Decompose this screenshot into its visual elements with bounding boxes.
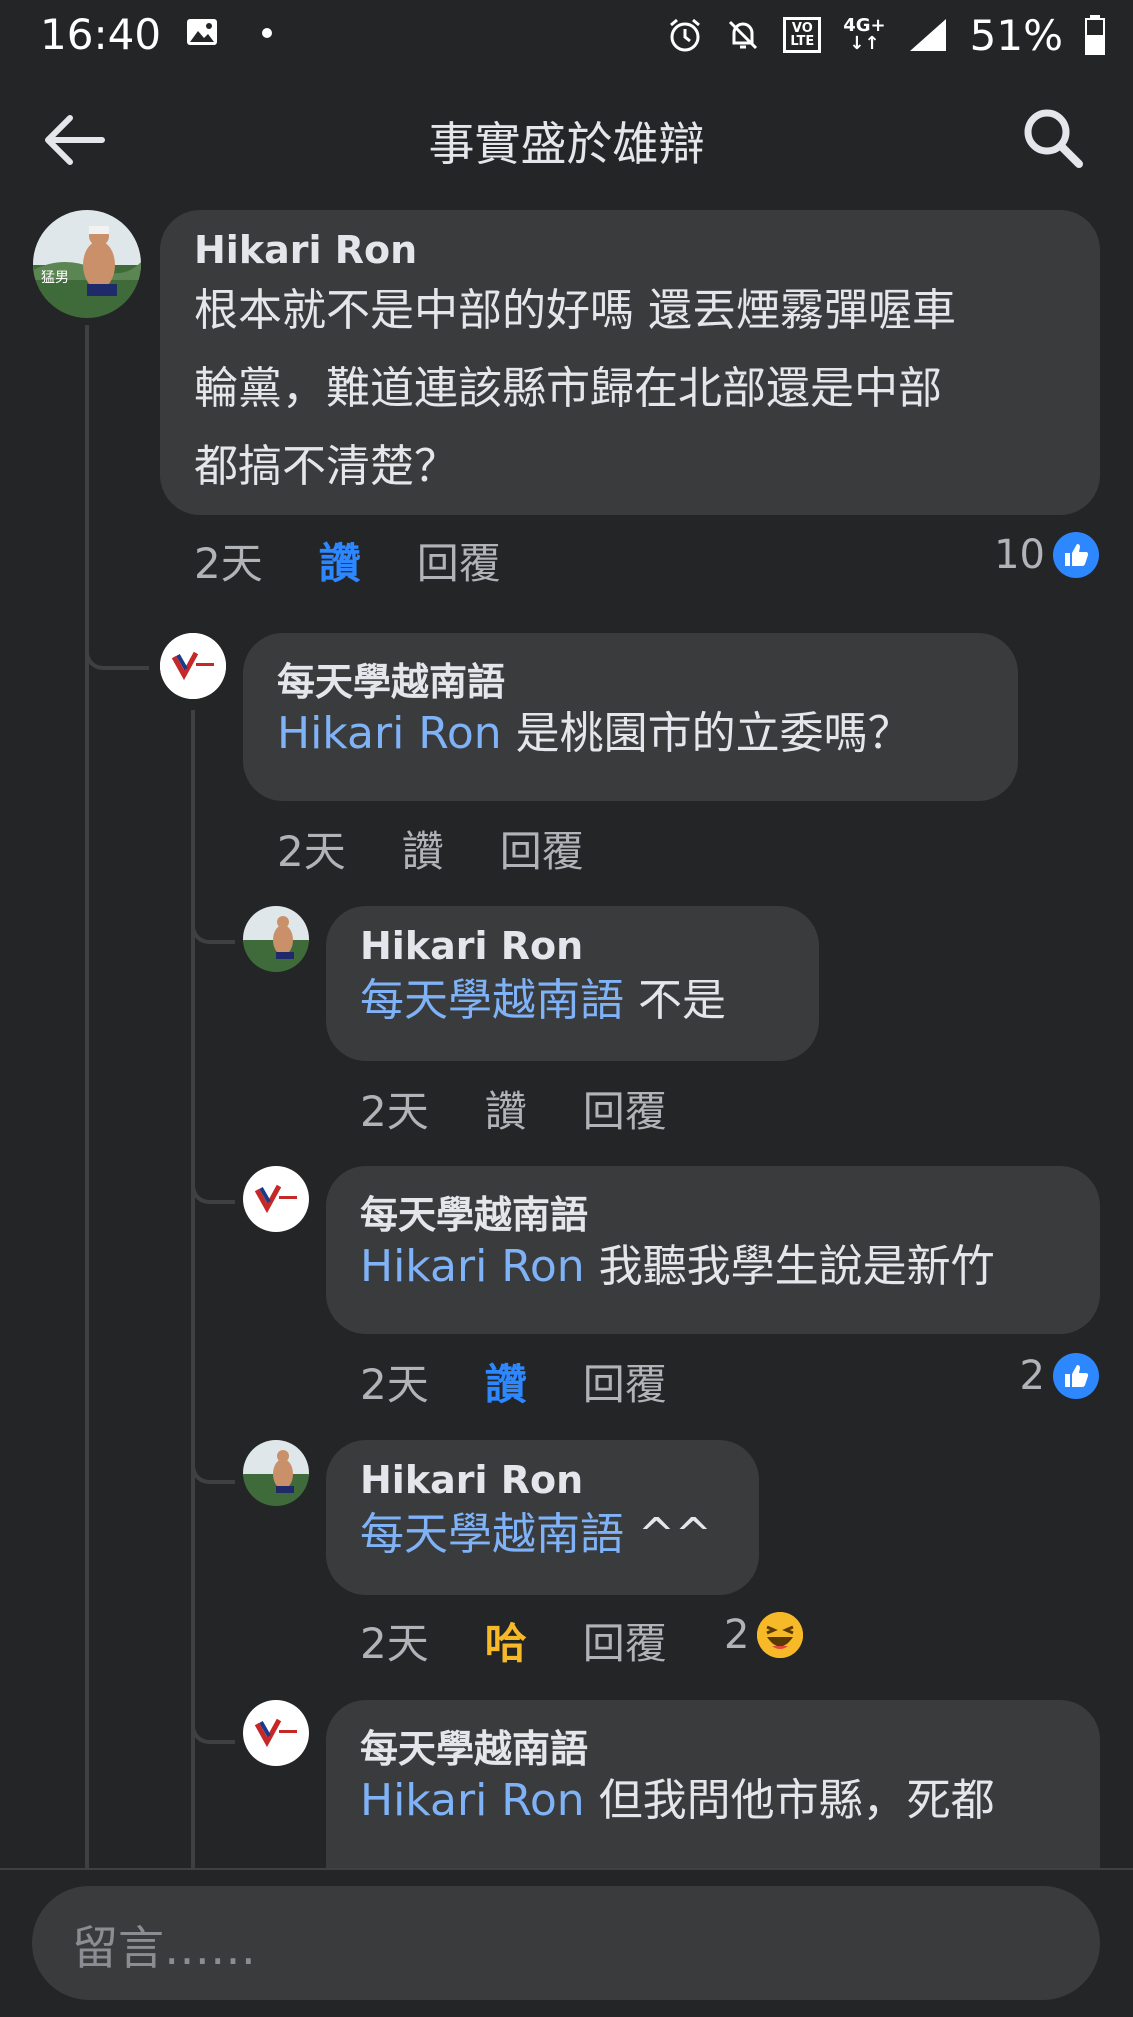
like-button[interactable]: 讚 [319,530,361,591]
volte-icon: VO LTE [783,17,822,53]
svg-text:猛男: 猛男 [41,270,69,286]
clock: 16:40 [40,10,162,59]
avatar[interactable] [243,1700,309,1766]
comment-text: 每天學越南語 ^^ [360,1496,712,1574]
comment-bubble: 每天學越南語 Hikari Ron 我聽我學生說是新竹 [326,1166,1100,1334]
reaction-count[interactable]: 2 [724,1612,804,1658]
thread-connector [191,1150,235,1204]
search-icon[interactable] [1021,106,1085,170]
comment-bubble: Hikari Ron 每天學越南語 不是 [326,906,819,1061]
alarm-icon [670,18,701,52]
network-type-icon: 4G+ ↓↑ [843,15,886,54]
battery-icon [1085,15,1105,55]
comment-text: Hikari Ron 但我問他市縣，死都 [360,1762,995,1840]
like-button[interactable]: 讚 [485,1351,527,1412]
thread-line-main [85,325,89,1868]
thread-connector [191,1690,235,1744]
comment-text: 每天學越南語 不是 [360,962,726,1040]
thread-connector [191,1430,235,1484]
haha-emoji-icon [757,1612,804,1658]
like-button[interactable]: 讚 [402,818,444,879]
comment-input[interactable]: 留言…… [32,1886,1100,2000]
comment-line: 都搞不清楚？ [194,441,458,492]
status-icons: VO LTE 4G+ ↓↑ 51% [667,10,1105,60]
like-icon [1053,532,1099,578]
comment-actions: 2天 哈 回覆 [360,1610,723,1671]
reply-button[interactable]: 回覆 [583,1078,667,1139]
comment-time: 2天 [360,1619,429,1668]
comment-bubble: Hikari Ron 每天學越南語 ^^ [326,1440,759,1595]
status-bar: 16:40 VO LTE 4G+ ↓↑ 51% [0,0,1133,70]
comment-body: ^^ [624,1509,712,1560]
reply-button[interactable]: 回覆 [500,818,584,879]
mention-link[interactable]: Hikari Ron [360,1241,585,1292]
battery-percent: 51% [969,10,1063,60]
comment-body: 但我問他市縣，死都 [584,1775,995,1826]
comment-text: Hikari Ron 我聽我學生說是新竹 [360,1228,995,1306]
like-icon [1053,1353,1099,1399]
thread-connector [85,620,149,670]
mention-link[interactable]: 每天學越南語 [360,975,624,1026]
comment-author[interactable]: Hikari Ron [194,228,417,272]
comment-composer-bar: 留言…… [0,1868,1133,2017]
comment-line: 根本就不是中部的好嗎 還丟煙霧彈喔車 [194,285,956,336]
comment-body: 是桃園市的立委嗎？ [501,708,912,759]
comment-time: 2天 [194,539,263,588]
mention-link[interactable]: 每天學越南語 [360,1509,624,1560]
comment-text: Hikari Ron 是桃園市的立委嗎？ [277,695,912,773]
avatar[interactable] [243,1440,309,1506]
reply-button[interactable]: 回覆 [583,1610,667,1671]
avatar[interactable] [243,906,309,972]
reply-button[interactable]: 回覆 [583,1351,667,1412]
page-title: 事實盛於雄辯 [428,117,705,171]
comment-line: 輪黨，難道連該縣市歸在北部還是中部 [194,363,942,414]
mention-link[interactable]: Hikari Ron [277,708,502,759]
comment-actions: 2天 讚 回覆 [360,1351,723,1412]
comment-actions: 2天 讚 回覆 [277,818,640,879]
comment-body: 不是 [624,975,726,1026]
reply-button[interactable]: 回覆 [417,530,501,591]
mention-link[interactable]: Hikari Ron [360,1775,585,1826]
image-notification-icon [187,19,217,45]
reaction-number: 2 [1019,1353,1045,1399]
comment-actions: 2天 讚 回覆 [360,1078,723,1139]
notifications-off-icon [729,20,758,50]
reaction-count[interactable]: 10 [994,532,1099,578]
comment-time: 2天 [360,1087,429,1136]
notification-dot-icon [262,28,272,38]
avatar[interactable] [160,633,226,699]
signal-icon [909,19,946,51]
comment-text: 根本就不是中部的好嗎 還丟煙霧彈喔車 輪黨，難道連該縣市歸在北部還是中部 都搞不… [194,272,956,506]
comment-time: 2天 [360,1360,429,1409]
comment-body: 我聽我學生說是新竹 [584,1241,995,1292]
reaction-number: 2 [724,1612,750,1658]
avatar[interactable]: 猛男 [33,210,141,318]
avatar[interactable] [243,1166,309,1232]
page-header: 事實盛於雄辯 [0,90,1133,190]
comment-bubble: 每天學越南語 Hikari Ron 是桃園市的立委嗎？ [243,633,1018,801]
reaction-count[interactable]: 2 [1020,1353,1099,1399]
comment-bubble: Hikari Ron 根本就不是中部的好嗎 還丟煙霧彈喔車 輪黨，難道連該縣市歸… [160,210,1100,515]
like-button[interactable]: 讚 [485,1078,527,1139]
haha-reaction-button[interactable]: 哈 [485,1610,527,1671]
reaction-number: 10 [994,532,1045,578]
comment-actions: 2天 讚 回覆 [194,530,557,591]
comment-time: 2天 [277,827,346,876]
thread-connector [191,890,235,944]
comment-input-placeholder: 留言…… [72,1921,256,1975]
